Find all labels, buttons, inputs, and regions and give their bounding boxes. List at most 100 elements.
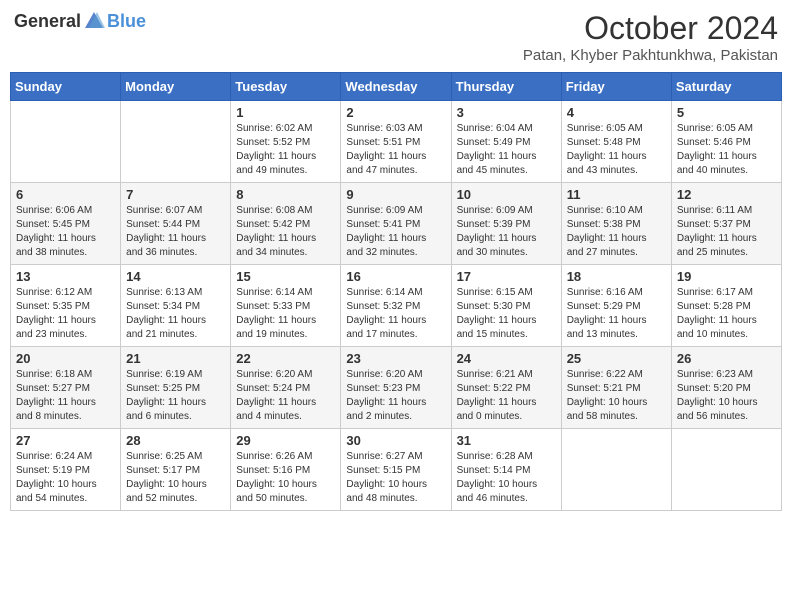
day-number: 5 xyxy=(677,105,776,120)
day-detail: Sunrise: 6:22 AM Sunset: 5:21 PM Dayligh… xyxy=(567,368,666,424)
day-detail: Sunrise: 6:24 AM Sunset: 5:19 PM Dayligh… xyxy=(16,450,115,506)
day-number: 2 xyxy=(346,105,445,120)
weekday-header: Sunday xyxy=(11,73,121,101)
day-detail: Sunrise: 6:12 AM Sunset: 5:35 PM Dayligh… xyxy=(16,286,115,342)
day-number: 3 xyxy=(457,105,556,120)
day-detail: Sunrise: 6:09 AM Sunset: 5:39 PM Dayligh… xyxy=(457,204,556,260)
weekday-header: Friday xyxy=(561,73,671,101)
calendar-cell: 1 Sunrise: 6:02 AM Sunset: 5:52 PM Daylig… xyxy=(231,101,341,183)
day-detail: Sunrise: 6:18 AM Sunset: 5:27 PM Dayligh… xyxy=(16,368,115,424)
day-detail: Sunrise: 6:21 AM Sunset: 5:22 PM Dayligh… xyxy=(457,368,556,424)
calendar-cell: 16Sunrise: 6:14 AM Sunset: 5:32 PM Dayli… xyxy=(341,265,451,347)
page-header: General Blue October 2024 Patan, Khyber … xyxy=(10,10,782,64)
calendar-week-row: 1 Sunrise: 6:02 AM Sunset: 5:52 PM Daylig… xyxy=(11,101,782,183)
day-detail: Sunrise: 6:09 AM Sunset: 5:41 PM Dayligh… xyxy=(346,204,445,260)
calendar-cell: 3 Sunrise: 6:04 AM Sunset: 5:49 PM Daylig… xyxy=(451,101,561,183)
calendar-cell: 10 Sunrise: 6:09 AM Sunset: 5:39 PM Dayli… xyxy=(451,183,561,265)
day-detail: Sunrise: 6:14 AM Sunset: 5:32 PM Dayligh… xyxy=(346,286,445,342)
calendar-cell: 13 Sunrise: 6:12 AM Sunset: 5:35 PM Dayli… xyxy=(11,265,121,347)
day-number: 10 xyxy=(457,187,556,202)
day-number: 11 xyxy=(567,187,666,202)
calendar-cell: 4Sunrise: 6:05 AM Sunset: 5:48 PM Daylig… xyxy=(561,101,671,183)
calendar-header-row: SundayMondayTuesdayWednesdayThursdayFrid… xyxy=(11,73,782,101)
day-number: 14 xyxy=(126,269,225,284)
calendar-cell: 8 Sunrise: 6:08 AM Sunset: 5:42 PM Daylig… xyxy=(231,183,341,265)
day-detail: Sunrise: 6:20 AM Sunset: 5:23 PM Dayligh… xyxy=(346,368,445,424)
calendar-cell: 15Sunrise: 6:14 AM Sunset: 5:33 PM Dayli… xyxy=(231,265,341,347)
calendar-cell xyxy=(121,101,231,183)
day-detail: Sunrise: 6:08 AM Sunset: 5:42 PM Dayligh… xyxy=(236,204,335,260)
day-number: 6 xyxy=(16,187,115,202)
calendar-cell: 22Sunrise: 6:20 AM Sunset: 5:24 PM Dayli… xyxy=(231,347,341,429)
logo-general-text: General xyxy=(14,11,81,32)
day-number: 17 xyxy=(457,269,556,284)
calendar-cell: 31 Sunrise: 6:28 AM Sunset: 5:14 PM Dayli… xyxy=(451,429,561,511)
weekday-header: Saturday xyxy=(671,73,781,101)
day-detail: Sunrise: 6:05 AM Sunset: 5:48 PM Dayligh… xyxy=(567,122,666,178)
day-number: 12 xyxy=(677,187,776,202)
day-detail: Sunrise: 6:07 AM Sunset: 5:44 PM Dayligh… xyxy=(126,204,225,260)
calendar-cell: 23Sunrise: 6:20 AM Sunset: 5:23 PM Dayli… xyxy=(341,347,451,429)
day-number: 15 xyxy=(236,269,335,284)
day-detail: Sunrise: 6:05 AM Sunset: 5:46 PM Dayligh… xyxy=(677,122,776,178)
day-number: 31 xyxy=(457,433,556,448)
calendar-cell: 18Sunrise: 6:16 AM Sunset: 5:29 PM Dayli… xyxy=(561,265,671,347)
calendar-cell xyxy=(11,101,121,183)
calendar-cell: 21Sunrise: 6:19 AM Sunset: 5:25 PM Dayli… xyxy=(121,347,231,429)
calendar-cell: 6 Sunrise: 6:06 AM Sunset: 5:45 PM Daylig… xyxy=(11,183,121,265)
calendar-week-row: 6 Sunrise: 6:06 AM Sunset: 5:45 PM Daylig… xyxy=(11,183,782,265)
day-detail: Sunrise: 6:23 AM Sunset: 5:20 PM Dayligh… xyxy=(677,368,776,424)
day-number: 28 xyxy=(126,433,225,448)
calendar-cell: 9 Sunrise: 6:09 AM Sunset: 5:41 PM Daylig… xyxy=(341,183,451,265)
day-number: 9 xyxy=(346,187,445,202)
day-number: 13 xyxy=(16,269,115,284)
day-detail: Sunrise: 6:02 AM Sunset: 5:52 PM Dayligh… xyxy=(236,122,335,178)
day-number: 20 xyxy=(16,351,115,366)
weekday-header: Monday xyxy=(121,73,231,101)
day-detail: Sunrise: 6:13 AM Sunset: 5:34 PM Dayligh… xyxy=(126,286,225,342)
day-detail: Sunrise: 6:20 AM Sunset: 5:24 PM Dayligh… xyxy=(236,368,335,424)
day-number: 24 xyxy=(457,351,556,366)
day-detail: Sunrise: 6:15 AM Sunset: 5:30 PM Dayligh… xyxy=(457,286,556,342)
day-number: 1 xyxy=(236,105,335,120)
day-number: 29 xyxy=(236,433,335,448)
day-number: 21 xyxy=(126,351,225,366)
day-number: 27 xyxy=(16,433,115,448)
day-number: 26 xyxy=(677,351,776,366)
calendar-cell: 29 Sunrise: 6:26 AM Sunset: 5:16 PM Dayli… xyxy=(231,429,341,511)
calendar-cell: 27 Sunrise: 6:24 AM Sunset: 5:19 PM Dayli… xyxy=(11,429,121,511)
weekday-header: Thursday xyxy=(451,73,561,101)
calendar-table: SundayMondayTuesdayWednesdayThursdayFrid… xyxy=(10,72,782,511)
calendar-cell: 28 Sunrise: 6:25 AM Sunset: 5:17 PM Dayli… xyxy=(121,429,231,511)
day-detail: Sunrise: 6:26 AM Sunset: 5:16 PM Dayligh… xyxy=(236,450,335,506)
day-number: 8 xyxy=(236,187,335,202)
calendar-cell: 26 Sunrise: 6:23 AM Sunset: 5:20 PM Dayli… xyxy=(671,347,781,429)
day-number: 30 xyxy=(346,433,445,448)
weekday-header: Tuesday xyxy=(231,73,341,101)
day-detail: Sunrise: 6:25 AM Sunset: 5:17 PM Dayligh… xyxy=(126,450,225,506)
day-detail: Sunrise: 6:17 AM Sunset: 5:28 PM Dayligh… xyxy=(677,286,776,342)
logo-blue-text: Blue xyxy=(107,11,146,32)
day-detail: Sunrise: 6:03 AM Sunset: 5:51 PM Dayligh… xyxy=(346,122,445,178)
day-detail: Sunrise: 6:10 AM Sunset: 5:38 PM Dayligh… xyxy=(567,204,666,260)
calendar-week-row: 20 Sunrise: 6:18 AM Sunset: 5:27 PM Dayli… xyxy=(11,347,782,429)
calendar-cell: 14 Sunrise: 6:13 AM Sunset: 5:34 PM Dayli… xyxy=(121,265,231,347)
day-detail: Sunrise: 6:28 AM Sunset: 5:14 PM Dayligh… xyxy=(457,450,556,506)
calendar-cell: 5 Sunrise: 6:05 AM Sunset: 5:46 PM Daylig… xyxy=(671,101,781,183)
calendar-week-row: 27 Sunrise: 6:24 AM Sunset: 5:19 PM Dayli… xyxy=(11,429,782,511)
calendar-cell: 19Sunrise: 6:17 AM Sunset: 5:28 PM Dayli… xyxy=(671,265,781,347)
location-title: Patan, Khyber Pakhtunkhwa, Pakistan xyxy=(523,47,778,64)
month-title: October 2024 xyxy=(523,10,778,47)
day-detail: Sunrise: 6:04 AM Sunset: 5:49 PM Dayligh… xyxy=(457,122,556,178)
calendar-cell: 25Sunrise: 6:22 AM Sunset: 5:21 PM Dayli… xyxy=(561,347,671,429)
title-block: October 2024 Patan, Khyber Pakhtunkhwa, … xyxy=(523,10,778,64)
calendar-week-row: 13 Sunrise: 6:12 AM Sunset: 5:35 PM Dayli… xyxy=(11,265,782,347)
day-detail: Sunrise: 6:27 AM Sunset: 5:15 PM Dayligh… xyxy=(346,450,445,506)
logo: General Blue xyxy=(14,10,146,32)
calendar-cell: 30 Sunrise: 6:27 AM Sunset: 5:15 PM Dayli… xyxy=(341,429,451,511)
logo-icon xyxy=(83,10,105,32)
day-detail: Sunrise: 6:06 AM Sunset: 5:45 PM Dayligh… xyxy=(16,204,115,260)
calendar-cell: 2 Sunrise: 6:03 AM Sunset: 5:51 PM Daylig… xyxy=(341,101,451,183)
calendar-cell xyxy=(671,429,781,511)
day-number: 18 xyxy=(567,269,666,284)
